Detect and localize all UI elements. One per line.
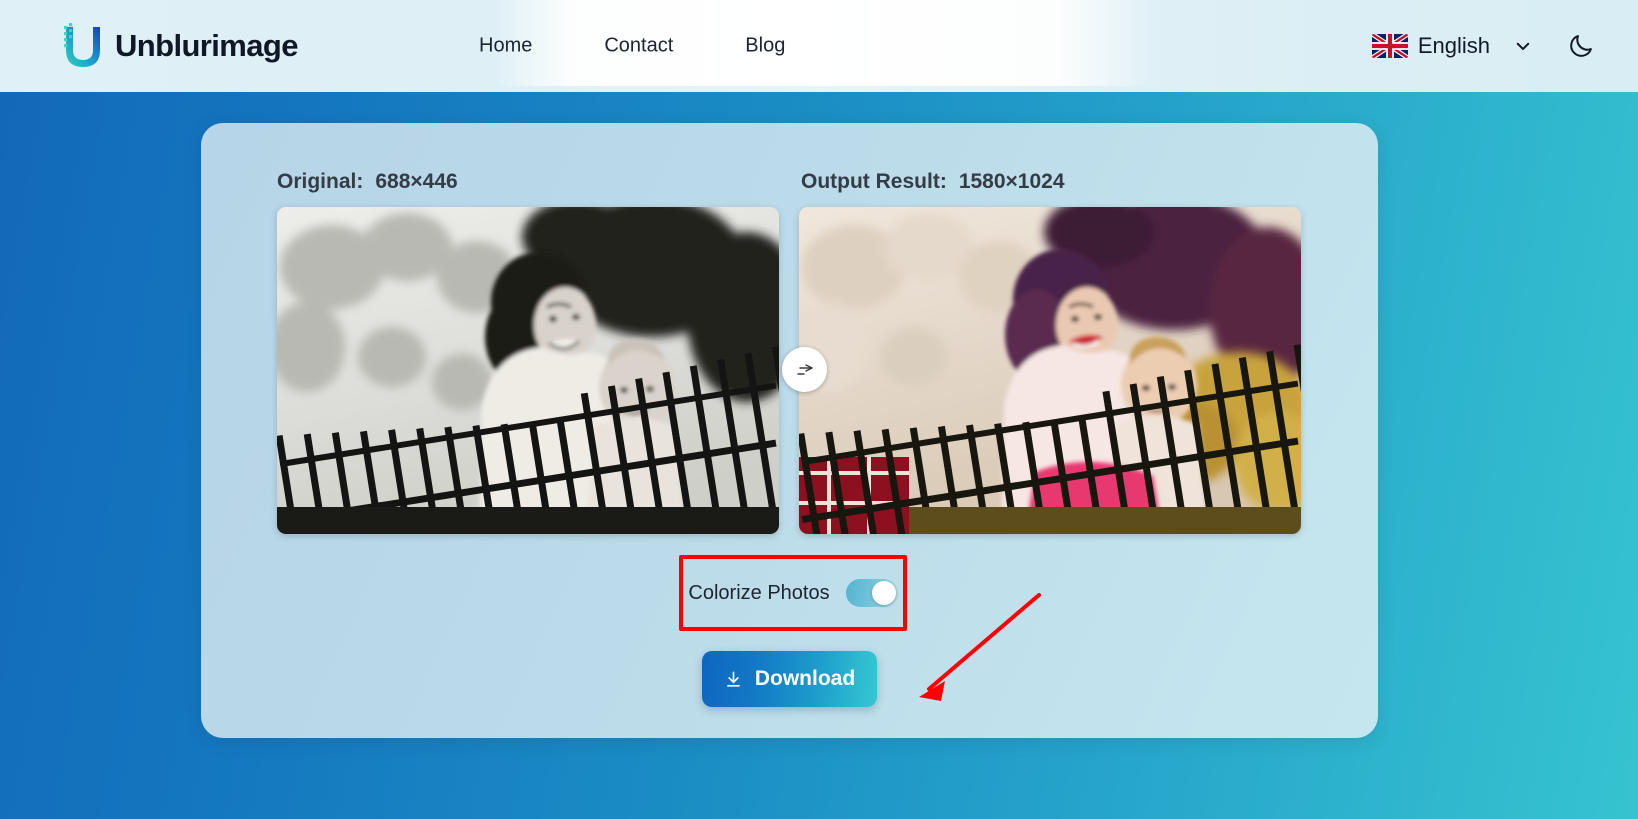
output-image[interactable] (799, 207, 1301, 534)
main-navigation: Home Contact Blog (479, 27, 785, 66)
original-image[interactable] (277, 207, 779, 534)
original-photo-graphic (277, 207, 779, 534)
brand-logo-link[interactable]: Unblurimage (62, 23, 298, 69)
colorize-annotation-box: Colorize Photos (679, 555, 907, 631)
nav-item-contact[interactable]: Contact (604, 27, 673, 66)
language-label: English (1417, 33, 1490, 58)
comparison-stage (277, 207, 1301, 534)
u-logo-icon (64, 23, 100, 67)
download-button-label: Download (754, 667, 856, 690)
nav-item-home[interactable]: Home (479, 27, 532, 66)
language-selector[interactable]: English (1371, 33, 1532, 59)
header-actions: English (1371, 29, 1598, 63)
download-button[interactable]: Download (702, 651, 877, 707)
colorize-toggle-knob (871, 581, 896, 605)
brand-name: Unblurimage (115, 28, 298, 63)
result-card: Original: 688×446 Output Result: 1580×1024 (201, 123, 1378, 738)
site-header: Unblurimage Home Contact Blog English (0, 0, 1638, 92)
annotation-arrow (919, 593, 1041, 701)
output-label: Output Result: (801, 170, 947, 193)
comparison-slider-handle[interactable] (782, 347, 827, 392)
uk-flag-icon (1371, 34, 1408, 58)
original-label: Original: (277, 170, 364, 193)
chevron-down-icon (1516, 42, 1530, 50)
colorized-photo-graphic (799, 207, 1301, 534)
nav-item-blog[interactable]: Blog (745, 27, 785, 66)
original-label-group: Original: 688×446 (277, 170, 458, 194)
output-dimensions: 1580×1024 (958, 170, 1065, 193)
original-dimensions: 688×446 (375, 170, 458, 193)
theme-toggle-button[interactable] (1564, 29, 1598, 63)
output-label-group: Output Result: 1580×1024 (801, 170, 1065, 194)
colorize-toggle[interactable] (845, 579, 898, 607)
download-icon (726, 671, 740, 687)
panel-label-row: Original: 688×446 Output Result: 1580×1024 (201, 170, 1378, 200)
moon-icon (1570, 35, 1592, 57)
colorize-label: Colorize Photos (688, 581, 830, 604)
compare-arrows-icon (796, 363, 813, 375)
